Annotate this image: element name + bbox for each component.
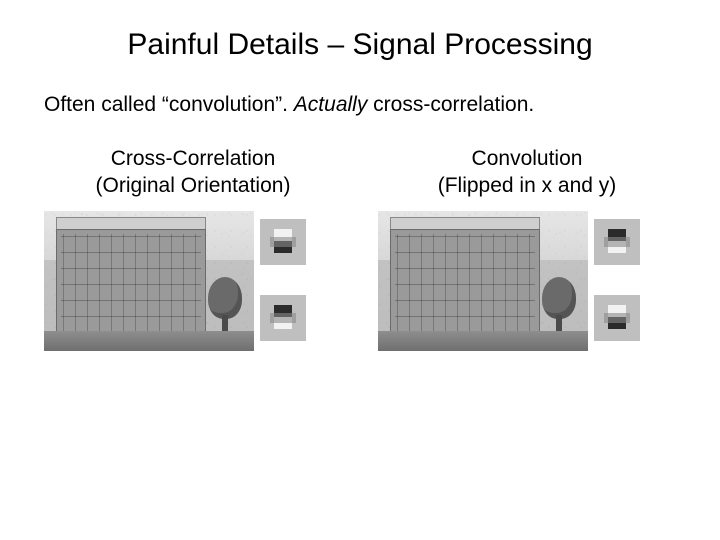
subtitle: Often called “convolution”. Actually cro…	[40, 92, 680, 118]
subtitle-text-1: Often called “convolution”.	[44, 93, 294, 116]
columns: Cross-Correlation (Original Orientation)	[40, 146, 680, 351]
conv-kernel-top	[594, 219, 640, 265]
conv-heading-line1: Convolution	[472, 147, 583, 170]
cc-kernel-bottom	[260, 295, 306, 341]
conv-heading-line2: (Flipped in x and y)	[438, 174, 617, 197]
conv-kernels	[594, 211, 640, 341]
cc-figure	[44, 211, 342, 351]
conv-figure	[378, 211, 676, 351]
cc-kernel-top	[260, 219, 306, 265]
cc-building-image	[44, 211, 254, 351]
conv-heading: Convolution (Flipped in x and y)	[438, 146, 617, 199]
conv-kernel-bottom	[594, 295, 640, 341]
column-cross-correlation: Cross-Correlation (Original Orientation)	[44, 146, 342, 351]
subtitle-italic: Actually	[294, 93, 368, 116]
column-convolution: Convolution (Flipped in x and y)	[378, 146, 676, 351]
cc-heading-line1: Cross-Correlation	[111, 147, 276, 170]
slide: Painful Details – Signal Processing Ofte…	[0, 0, 720, 540]
cc-kernels	[260, 211, 306, 341]
page-title: Painful Details – Signal Processing	[40, 28, 680, 62]
subtitle-text-2: cross-correlation.	[367, 93, 534, 116]
cc-heading: Cross-Correlation (Original Orientation)	[96, 146, 291, 199]
conv-building-image	[378, 211, 588, 351]
cc-heading-line2: (Original Orientation)	[96, 174, 291, 197]
